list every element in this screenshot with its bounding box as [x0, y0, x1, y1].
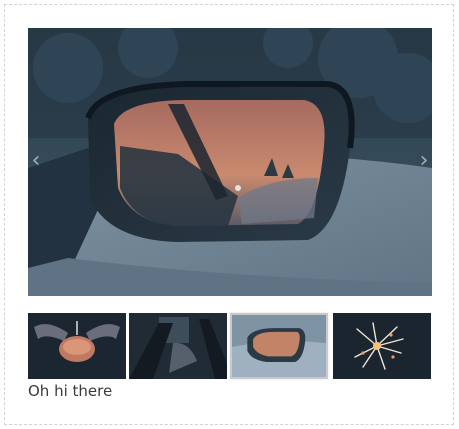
gallery-caption: Oh hi there — [28, 382, 113, 400]
thumbnail-car-interior[interactable] — [129, 313, 227, 379]
thumbnail-side-mirror[interactable] — [230, 313, 328, 379]
chevron-left-icon[interactable]: ‹ — [28, 146, 44, 176]
thumbnail-sparkler[interactable] — [333, 313, 431, 379]
main-image-viewer[interactable]: ‹ › — [28, 28, 432, 296]
thumbnail-strip — [28, 313, 432, 379]
thumbnail-hands-dish[interactable] — [28, 313, 126, 379]
gallery-card: ‹ › Oh hi there — [4, 4, 454, 425]
chevron-right-icon[interactable]: › — [416, 146, 432, 176]
main-image-side-mirror — [28, 28, 432, 296]
